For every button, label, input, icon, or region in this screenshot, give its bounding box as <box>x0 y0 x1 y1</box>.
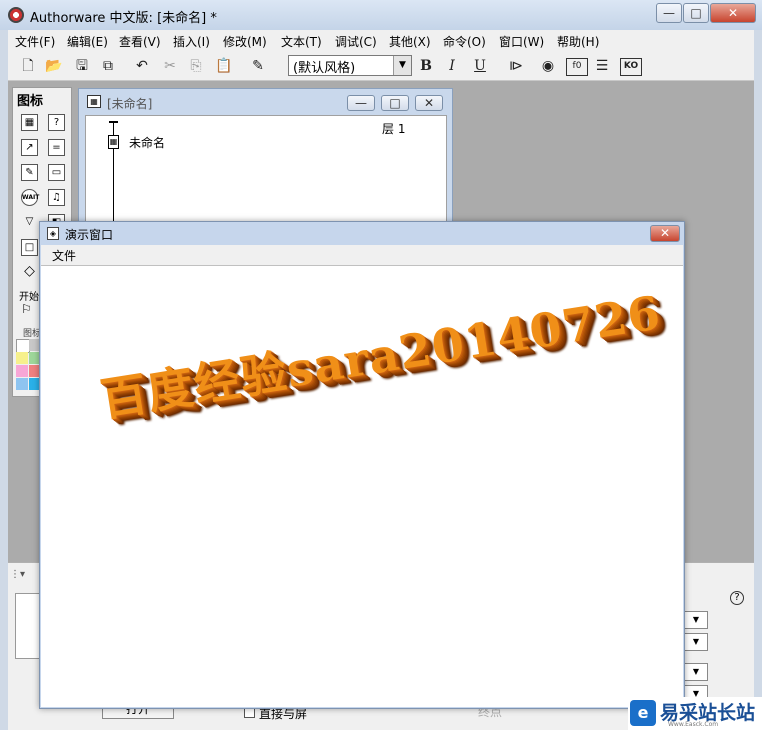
control-panel-icon[interactable]: ◉ <box>538 56 558 76</box>
menu-command[interactable]: 命令(O) <box>443 33 486 50</box>
copy-icon[interactable]: ⎘ <box>186 56 206 76</box>
interaction-icon[interactable]: ? <box>48 114 65 131</box>
display-icon[interactable]: ▦ <box>21 114 38 131</box>
panel-grip-icon[interactable]: ⋮▾ <box>10 569 25 580</box>
restart-icon[interactable]: ⧐ <box>506 56 526 76</box>
watermark: e 易采站长站 Www.Easck.Com <box>628 697 762 730</box>
level-label: 层 1 <box>382 122 406 136</box>
menu-bar: 文件(F) 编辑(E) 查看(V) 插入(I) 修改(M) 文本(T) 调试(C… <box>8 30 754 51</box>
undo-icon[interactable]: ↶ <box>132 56 152 76</box>
bold-button[interactable]: B <box>416 56 436 76</box>
app-title: Authorware 中文版: [未命名] * <box>30 11 217 26</box>
sound-icon[interactable]: ♫ <box>48 189 65 206</box>
presentation-title: 演示窗口 <box>65 228 114 242</box>
start-flag-icon[interactable]: ⚐ <box>21 302 32 316</box>
menu-view[interactable]: 查看(V) <box>119 33 161 50</box>
3d-banner-text: 百度经验sara20140726 <box>97 285 665 428</box>
dropdown-arrow-1[interactable]: ▼ <box>684 611 708 629</box>
decision-icon[interactable]: ◇ <box>21 264 38 281</box>
function-button[interactable]: f0 <box>566 58 588 76</box>
display-icon-node[interactable]: ▦ <box>108 135 119 149</box>
color-swatch-pink[interactable] <box>16 365 28 377</box>
color-swatch-white[interactable] <box>16 339 30 353</box>
presentation-window-icon: ◈ <box>47 227 59 240</box>
motion-icon[interactable]: ↗ <box>21 139 38 156</box>
menu-edit[interactable]: 编辑(E) <box>67 33 108 50</box>
import-icon[interactable]: ⧉ <box>98 56 118 76</box>
file-icon: ▦ <box>87 95 101 108</box>
presentation-stage[interactable]: 百度经验sara20140726 <box>41 265 683 707</box>
help-button[interactable]: ? <box>730 591 744 605</box>
presentation-close-button[interactable]: ✕ <box>650 225 680 242</box>
find-icon[interactable]: ✎ <box>248 56 268 76</box>
knowledge-objects-button[interactable]: KO <box>620 58 642 76</box>
chevron-down-icon[interactable]: ▼ <box>393 56 411 75</box>
close-button[interactable]: ✕ <box>710 3 756 23</box>
dropdown-arrow-3[interactable]: ▼ <box>684 663 708 681</box>
variables-icon[interactable]: ☰ <box>592 56 612 76</box>
toolbar: 🗋 📂 🖫 ⧉ ↶ ✂ ⎘ 📋 ✎ (默认风格) ▼ B I U ⧐ ◉ f0 … <box>8 51 754 81</box>
color-swatch-yellow[interactable] <box>16 352 28 364</box>
color-swatch-blue[interactable] <box>16 378 28 390</box>
watermark-logo-icon: e <box>630 700 656 726</box>
menu-text[interactable]: 文本(T) <box>281 33 322 50</box>
menu-modify[interactable]: 修改(M) <box>223 33 267 50</box>
menu-insert[interactable]: 插入(I) <box>173 33 210 50</box>
calculation-icon[interactable]: = <box>48 139 65 156</box>
navigate-icon[interactable]: ▽ <box>21 214 38 231</box>
menu-debug[interactable]: 调试(C) <box>335 33 377 50</box>
flowline-close-button[interactable]: ✕ <box>415 95 443 111</box>
menu-help[interactable]: 帮助(H) <box>557 33 599 50</box>
menu-file[interactable]: 文件(F) <box>15 33 55 50</box>
start-flag-label: 开始 <box>19 292 39 303</box>
style-select[interactable]: (默认风格) ▼ <box>288 55 412 76</box>
main-title-bar: Authorware 中文版: [未命名] * — □ ✕ <box>0 0 762 30</box>
flowline-title: [未命名] <box>107 97 153 111</box>
new-file-icon[interactable]: 🗋 <box>18 56 38 76</box>
presentation-menu-bar: 文件 <box>41 245 683 265</box>
authorware-app-icon <box>8 7 24 23</box>
flowline-canvas[interactable]: 层 1 ▦ 未命名 <box>85 115 447 233</box>
open-folder-icon[interactable]: 📂 <box>44 56 64 76</box>
menu-other[interactable]: 其他(X) <box>389 33 431 50</box>
preview-box <box>15 593 41 659</box>
presentation-menu-file[interactable]: 文件 <box>52 247 76 264</box>
framework-icon[interactable]: □ <box>21 239 38 256</box>
erase-icon[interactable]: ✎ <box>21 164 38 181</box>
cut-icon[interactable]: ✂ <box>160 56 180 76</box>
dropdown-arrow-2[interactable]: ▼ <box>684 633 708 651</box>
minimize-button[interactable]: — <box>656 3 682 23</box>
menu-window[interactable]: 窗口(W) <box>499 33 544 50</box>
italic-button[interactable]: I <box>442 56 462 76</box>
flowline-maximize-button[interactable]: □ <box>381 95 409 111</box>
flowline-window: ▦ [未命名] — □ ✕ 层 1 ▦ 未命名 <box>78 88 453 233</box>
flow-icon-label[interactable]: 未命名 <box>129 134 165 151</box>
palette-title: 图标 <box>17 94 44 109</box>
presentation-window: ◈ 演示窗口 ✕ 文件 百度经验sara20140726 <box>39 221 685 709</box>
digital-movie-icon[interactable]: ▭ <box>48 164 65 181</box>
wait-icon[interactable]: WAIT <box>21 189 39 206</box>
maximize-button[interactable]: □ <box>683 3 709 23</box>
save-all-icon[interactable]: 🖫 <box>72 56 92 76</box>
paste-icon[interactable]: 📋 <box>214 56 234 76</box>
style-select-value: (默认风格) <box>293 61 356 76</box>
flowline-minimize-button[interactable]: — <box>347 95 375 111</box>
watermark-subtext: Www.Easck.Com <box>668 721 719 728</box>
underline-button[interactable]: U <box>470 56 490 76</box>
